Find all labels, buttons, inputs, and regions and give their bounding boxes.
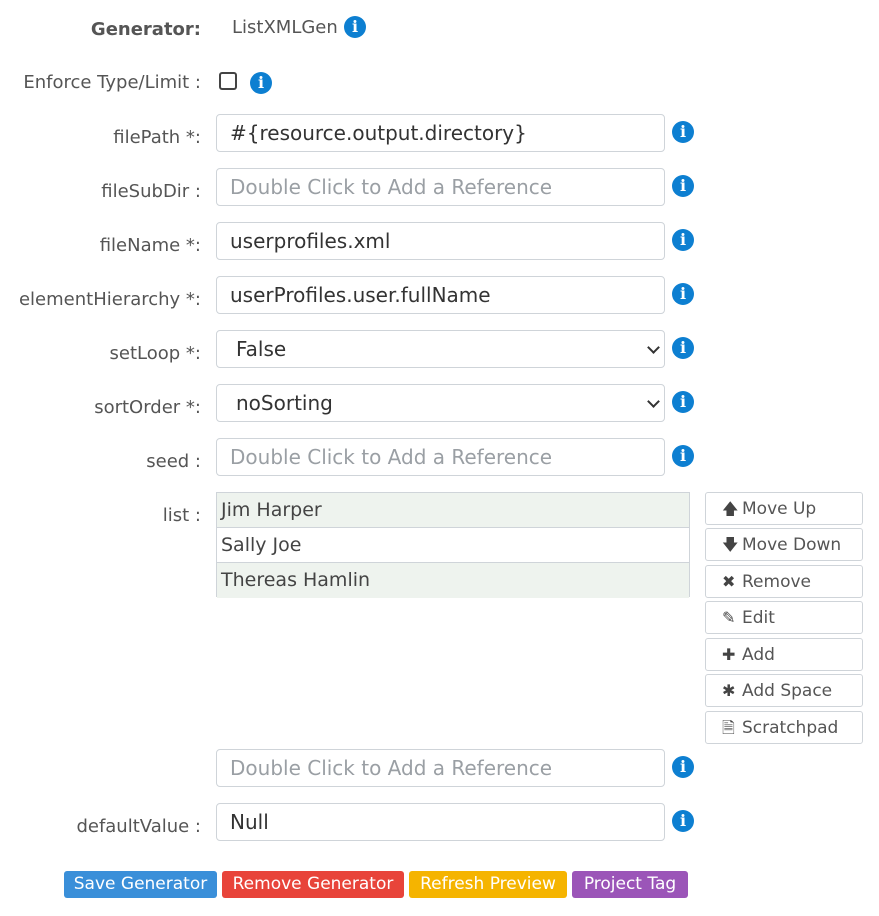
arrow-up-icon: 🡅 — [722, 499, 739, 518]
info-icon[interactable]: i — [672, 810, 694, 832]
project-tag-button[interactable]: Project Tag — [572, 871, 688, 898]
plus-icon: ✚ — [722, 645, 736, 664]
info-icon[interactable]: i — [672, 391, 694, 413]
info-icon[interactable]: i — [672, 121, 694, 143]
seed-label: seed : — [146, 451, 201, 472]
chevron-down-icon — [642, 385, 664, 421]
move-down-label: Move Down — [742, 535, 842, 555]
info-icon[interactable]: i — [344, 16, 366, 38]
list-box[interactable]: Jim Harper Sally Joe Thereas Hamlin — [216, 492, 690, 598]
asterisk-icon: ✱ — [722, 681, 736, 700]
scratchpad-label: Scratchpad — [742, 718, 839, 738]
generator-name: ListXMLGen — [232, 17, 338, 38]
add-space-label: Add Space — [742, 681, 833, 701]
add-space-button[interactable]: ✱ Add Space — [705, 674, 863, 707]
times-icon: ✖ — [722, 572, 736, 591]
info-icon[interactable]: i — [672, 283, 694, 305]
chevron-down-icon — [642, 331, 664, 367]
enforce-checkbox[interactable] — [219, 72, 237, 90]
sortorder-selected-value: noSorting — [236, 391, 333, 415]
remove-generator-button[interactable]: Remove Generator — [222, 871, 404, 898]
remove-item-label: Remove — [742, 572, 811, 592]
info-icon[interactable]: i — [672, 175, 694, 197]
info-icon[interactable]: i — [672, 445, 694, 467]
list-label: list : — [162, 505, 201, 526]
defaultvalue-label: defaultValue : — [76, 816, 201, 837]
info-icon[interactable]: i — [250, 72, 272, 94]
move-up-button[interactable]: 🡅 Move Up — [705, 492, 863, 525]
setloop-select[interactable]: False — [216, 330, 665, 368]
list-item[interactable]: Thereas Hamlin — [217, 563, 689, 598]
arrow-down-icon: 🡇 — [722, 535, 739, 554]
filepath-input[interactable]: #{resource.output.directory} — [216, 114, 665, 152]
filename-input[interactable]: userprofiles.xml — [216, 222, 665, 260]
generator-label: Generator: — [90, 19, 201, 40]
move-down-button[interactable]: 🡇 Move Down — [705, 528, 863, 561]
save-generator-button[interactable]: Save Generator — [64, 871, 217, 898]
info-icon[interactable]: i — [672, 337, 694, 359]
refresh-preview-button[interactable]: Refresh Preview — [409, 871, 567, 898]
remove-item-button[interactable]: ✖ Remove — [705, 565, 863, 598]
edit-item-label: Edit — [742, 608, 775, 628]
add-item-label: Add — [742, 645, 775, 665]
filepath-label: filePath *: — [113, 127, 201, 148]
scratchpad-button[interactable]: 🗎 Scratchpad — [705, 711, 863, 744]
setloop-label: setLoop *: — [109, 343, 201, 364]
sortorder-select[interactable]: noSorting — [216, 384, 665, 422]
defaultvalue-input[interactable]: Null — [216, 803, 665, 841]
edit-item-button[interactable]: ✎ Edit — [705, 601, 863, 634]
list-item[interactable]: Jim Harper — [217, 493, 689, 528]
elementhierarchy-label: elementHierarchy *: — [18, 289, 201, 310]
filesubdir-input[interactable]: Double Click to Add a Reference — [216, 168, 665, 206]
filename-label: fileName *: — [99, 235, 201, 256]
list-reference-input[interactable]: Double Click to Add a Reference — [216, 749, 665, 787]
pencil-icon: ✎ — [722, 608, 736, 627]
info-icon[interactable]: i — [672, 756, 694, 778]
seed-input[interactable]: Double Click to Add a Reference — [216, 438, 665, 476]
sortorder-label: sortOrder *: — [94, 397, 201, 418]
enforce-label: Enforce Type/Limit : — [23, 72, 201, 93]
filesubdir-label: fileSubDir : — [101, 181, 201, 202]
add-item-button[interactable]: ✚ Add — [705, 638, 863, 671]
file-icon: 🗎 — [722, 718, 735, 737]
info-icon[interactable]: i — [672, 229, 694, 251]
move-up-label: Move Up — [742, 499, 817, 519]
elementhierarchy-input[interactable]: userProfiles.user.fullName — [216, 276, 665, 314]
list-item[interactable]: Sally Joe — [217, 528, 689, 563]
setloop-selected-value: False — [236, 337, 287, 361]
